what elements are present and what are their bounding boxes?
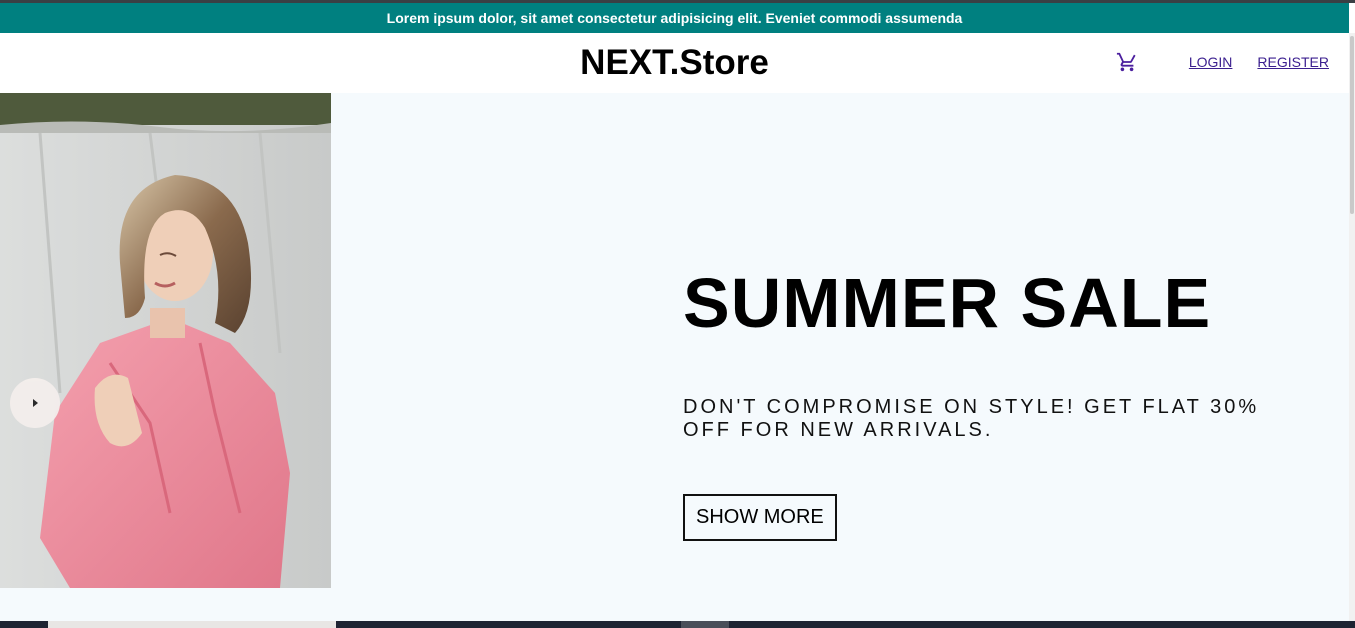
- login-link[interactable]: LOGIN: [1189, 54, 1233, 70]
- navbar: NEXT.Store LOGIN REGISTER: [0, 33, 1349, 93]
- slide-info: SUMMER SALE DON'T COMPROMISE ON STYLE! G…: [683, 268, 1303, 541]
- model-photo: [0, 93, 331, 588]
- slider-prev-button[interactable]: [10, 378, 60, 428]
- register-link[interactable]: REGISTER: [1257, 54, 1329, 70]
- next-section-card-2: [681, 621, 729, 628]
- show-more-button[interactable]: SHOW MORE: [683, 494, 837, 541]
- hero-slider: SUMMER SALE DON'T COMPROMISE ON STYLE! G…: [0, 93, 1349, 621]
- next-section-card: [48, 621, 336, 628]
- shopping-cart-icon[interactable]: [1116, 51, 1138, 73]
- arrow-left-icon: [32, 399, 38, 407]
- slide-description: DON'T COMPROMISE ON STYLE! GET FLAT 30% …: [683, 396, 1260, 441]
- announcement-text: Lorem ipsum dolor, sit amet consectetur …: [386, 10, 963, 26]
- scrollbar-thumb[interactable]: [1350, 36, 1354, 214]
- announcement-bar: Lorem ipsum dolor, sit amet consectetur …: [0, 3, 1349, 33]
- hero-image: [0, 93, 331, 588]
- nav-actions: LOGIN REGISTER: [1116, 51, 1329, 73]
- slide-title: SUMMER SALE: [683, 264, 1212, 342]
